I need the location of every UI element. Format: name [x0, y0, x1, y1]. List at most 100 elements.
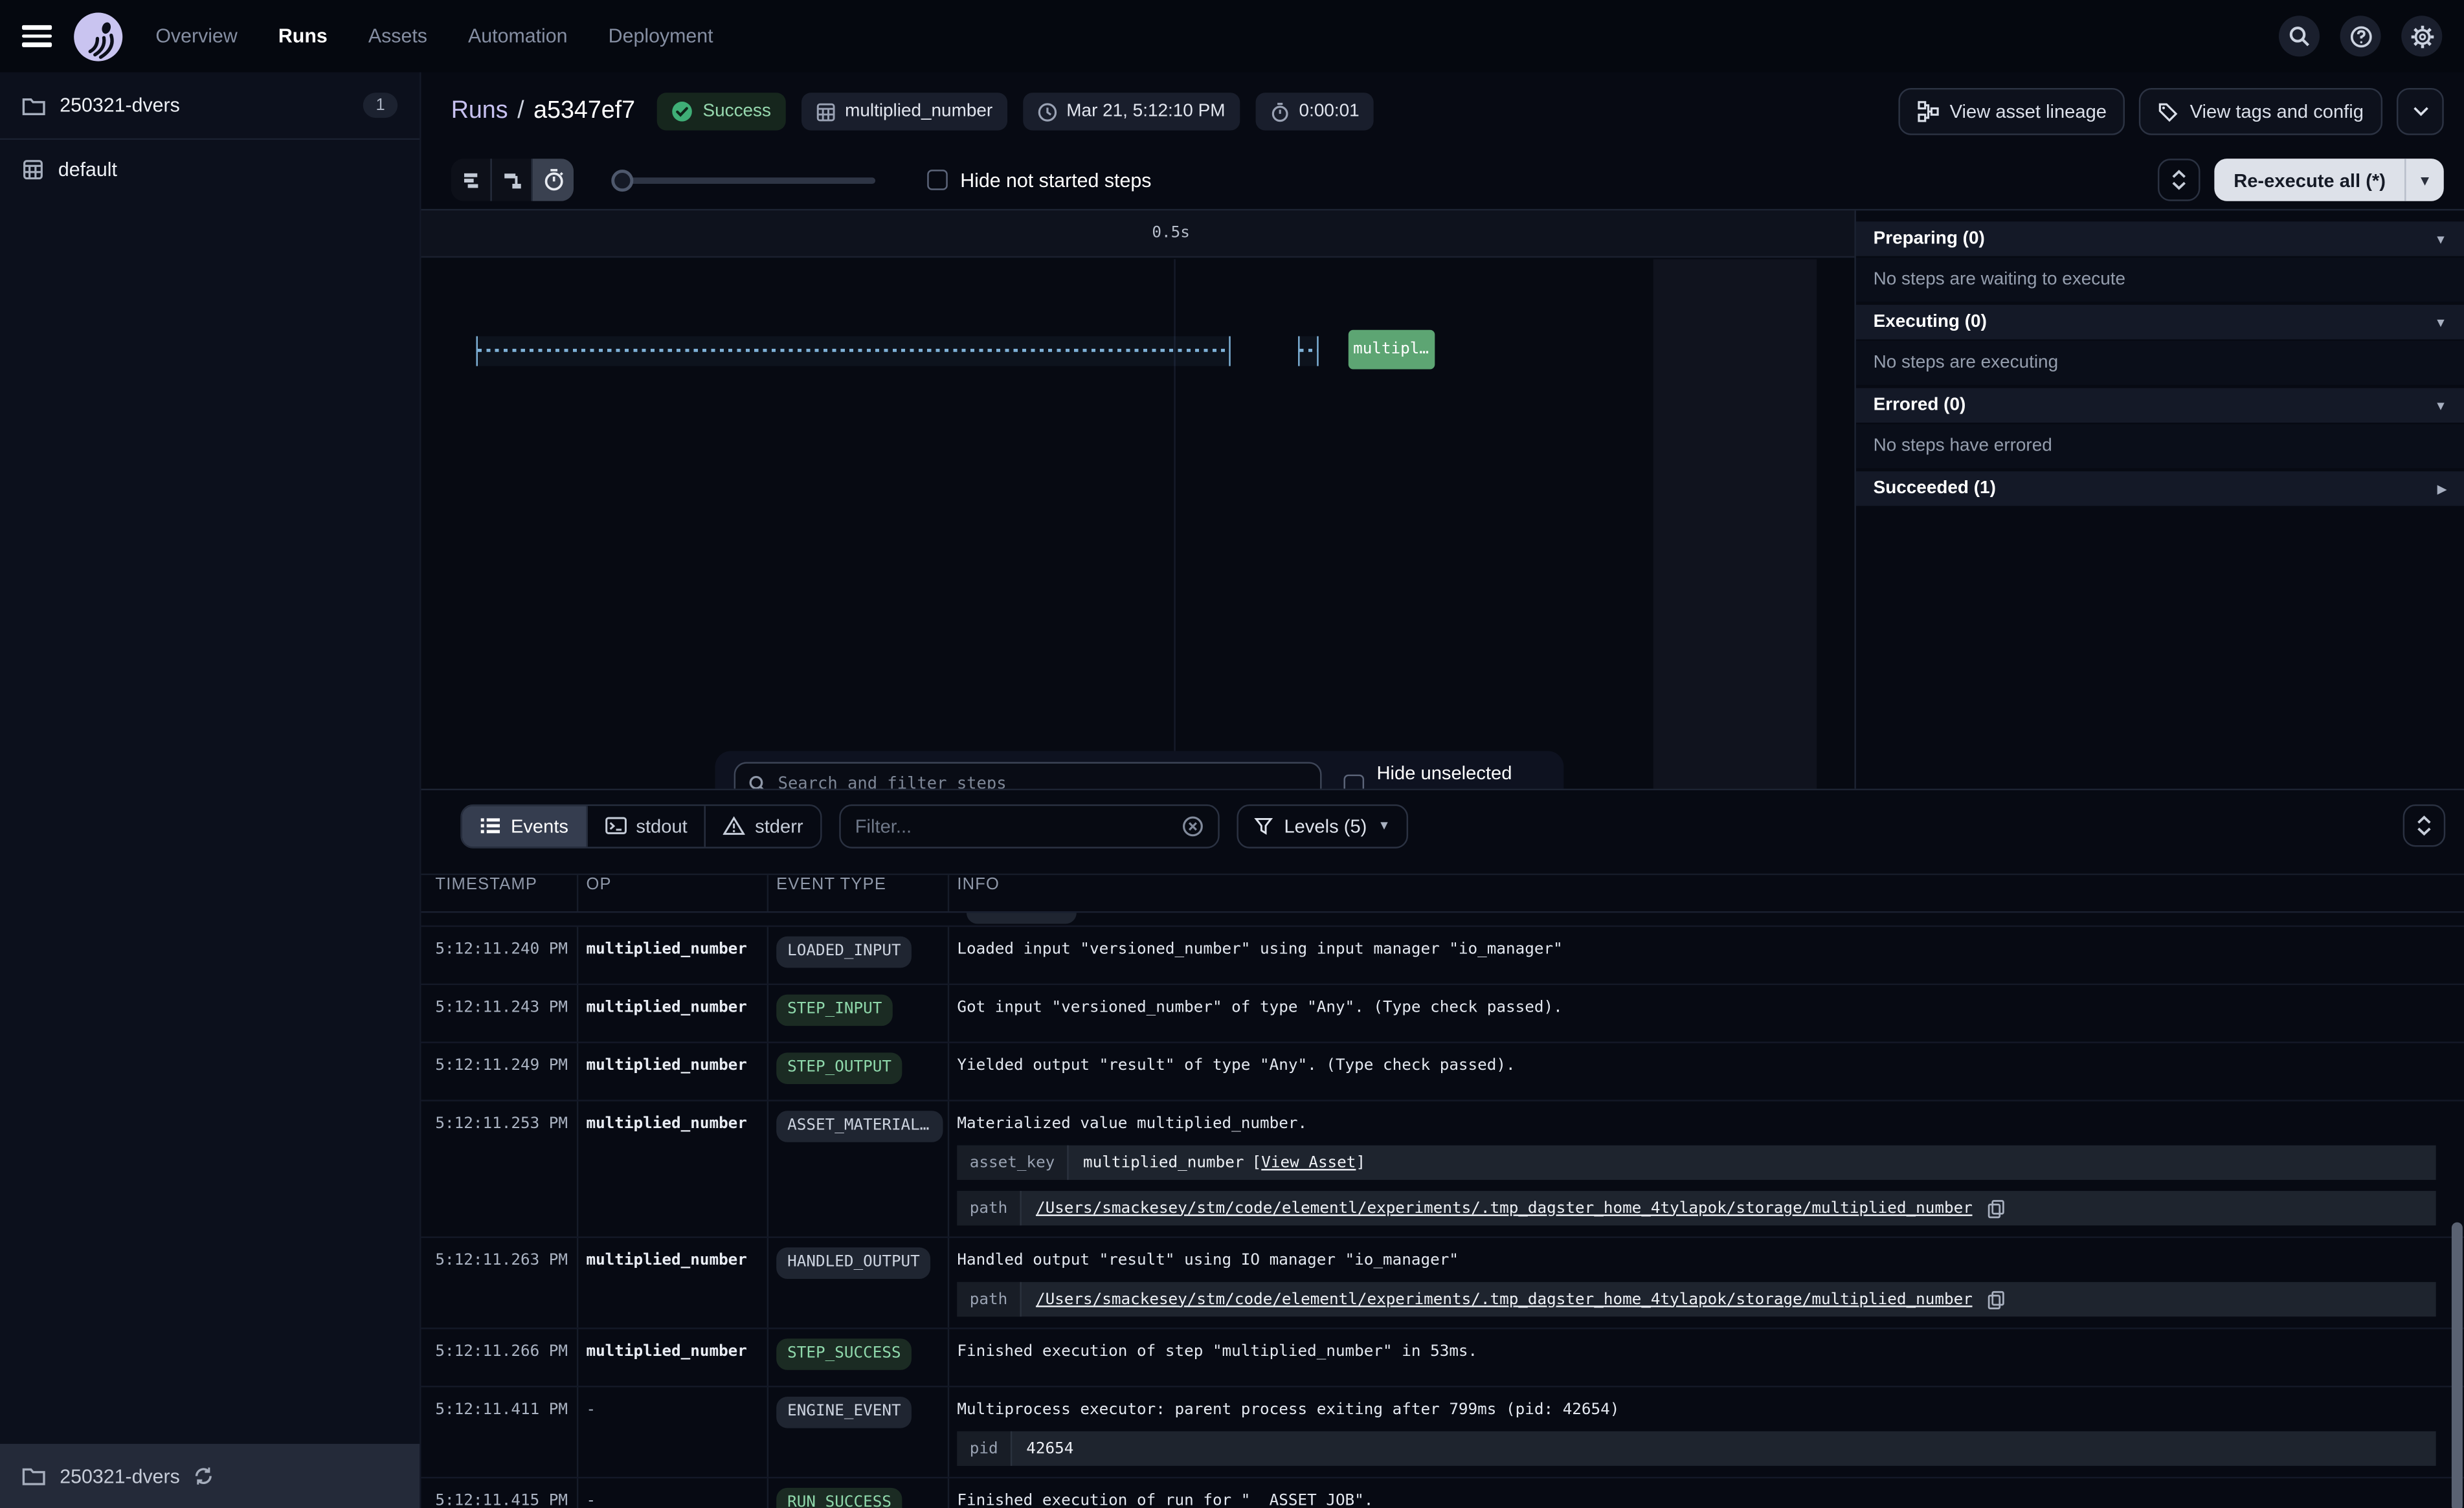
event-op: multiplied_number: [578, 985, 768, 1041]
event-timestamp: 5:12:11.249 PM: [421, 1043, 579, 1100]
event-op: multiplied_number: [578, 1329, 768, 1386]
col-op[interactable]: OP: [578, 875, 768, 911]
run-header: Runs/a5347ef7 Success multiplied_number …: [421, 72, 2464, 151]
event-type-cell: HANDLED_OUTPUT: [768, 1238, 949, 1327]
metadata-key: path: [957, 1282, 1022, 1316]
step-section-header[interactable]: Errored (0)▼: [1856, 388, 2464, 423]
event-type-badge: STEP_INPUT: [776, 995, 893, 1026]
main-content: Runs/a5347ef7 Success multiplied_number …: [421, 72, 2464, 1508]
hide-unselected-checkbox[interactable]: [1344, 774, 1365, 789]
tab-stdout[interactable]: stdout: [586, 805, 705, 846]
step-section-header[interactable]: Succeeded (1)▶: [1856, 471, 2464, 505]
nav-tab-assets[interactable]: Assets: [368, 25, 427, 47]
step-section-header[interactable]: Preparing (0)▼: [1856, 221, 2464, 256]
settings-gear-icon[interactable]: [2401, 16, 2442, 56]
event-info-cell: Finished execution of step "multiplied_n…: [949, 1329, 2464, 1386]
event-type-cell: ASSET_MATERIALIZATION: [768, 1102, 949, 1237]
step-section-header[interactable]: Executing (0)▼: [1856, 305, 2464, 339]
gantt-step-bar[interactable]: multiplied_number: [1349, 330, 1435, 370]
flat-view-icon[interactable]: [451, 159, 492, 201]
gantt-chart: 0.5s multiplied_number Search and filter…: [421, 210, 1855, 788]
copy-icon[interactable]: [1987, 1198, 2006, 1219]
warning-triangle-icon: [724, 815, 746, 836]
help-icon[interactable]: [2340, 16, 2381, 56]
metadata-value: /Users/smackesey/stm/code/elementl/exper…: [1022, 1282, 2020, 1316]
view-tags-and-config-button[interactable]: View tags and config: [2140, 88, 2382, 135]
sidebar-item-job-default[interactable]: default: [0, 140, 420, 199]
gantt-plot-area: multiplied_number Search and filter step…: [421, 260, 1855, 789]
levels-dropdown[interactable]: Levels (5) ▼: [1237, 804, 1408, 848]
event-info-cell: Finished execution of run for "__ASSET_J…: [949, 1478, 2464, 1508]
metadata-path-link[interactable]: /Users/smackesey/stm/code/elementl/exper…: [1036, 1291, 1973, 1308]
slider-knob[interactable]: [611, 169, 633, 191]
nav-tabs: Overview Runs Assets Automation Deployme…: [155, 25, 713, 47]
event-type-badge: STEP_SUCCESS: [776, 1338, 912, 1370]
gantt-toolbar: Hide not started steps Re-execute all (*…: [421, 151, 2464, 210]
reload-icon[interactable]: [194, 1466, 215, 1487]
reexecute-all-button[interactable]: Re-execute all (*): [2215, 159, 2404, 201]
step-search-input[interactable]: Search and filter steps: [734, 762, 1322, 788]
col-event-type[interactable]: EVENT TYPE: [768, 875, 949, 911]
nav-tab-runs[interactable]: Runs: [278, 25, 328, 47]
reexecute-dropdown-button[interactable]: ▼: [2406, 159, 2444, 201]
event-timestamp: 5:12:11.240 PM: [421, 927, 579, 983]
clear-filter-icon[interactable]: [1182, 815, 1204, 837]
view-asset-link[interactable]: View Asset: [1261, 1154, 1356, 1171]
run-more-actions-button[interactable]: [2397, 88, 2444, 135]
event-op: multiplied_number: [578, 1238, 768, 1327]
metadata-key: path: [957, 1191, 1022, 1225]
top-nav: Overview Runs Assets Automation Deployme…: [0, 0, 2464, 72]
event-info-cell: Materialized value multiplied_number.ass…: [949, 1102, 2464, 1237]
metadata-path-link[interactable]: /Users/smackesey/stm/code/elementl/exper…: [1036, 1199, 1973, 1217]
gantt-axis-tick-label: 0.5s: [1152, 225, 1189, 242]
nav-tab-deployment[interactable]: Deployment: [609, 25, 713, 47]
copy-icon[interactable]: [1987, 1289, 2006, 1310]
metadata-value: 42654: [1012, 1431, 1088, 1465]
metadata-value: /Users/smackesey/stm/code/elementl/exper…: [1022, 1191, 2020, 1225]
events-panel: Events stdout stderr: [421, 789, 2464, 1508]
timer-icon: [1269, 102, 1290, 122]
event-type-badge: ENGINE_EVENT: [776, 1397, 912, 1428]
hide-not-started-label: Hide not started steps: [960, 169, 1151, 191]
hide-not-started-checkbox[interactable]: [927, 170, 948, 190]
reexecute-all-split-button: Re-execute all (*) ▼: [2215, 159, 2444, 201]
gantt-zoom-slider[interactable]: [611, 168, 875, 193]
waterfall-view-icon[interactable]: [492, 159, 533, 201]
metadata-value: multiplied_number[View Asset]: [1069, 1146, 1380, 1180]
event-info-text: Finished execution of run for "__ASSET_J…: [957, 1492, 2464, 1508]
hamburger-menu-icon[interactable]: [22, 25, 52, 47]
chevron-down-icon: ▼: [2434, 232, 2447, 246]
event-info-text: Multiprocess executor: parent process ex…: [957, 1401, 2464, 1420]
hide-not-started-checkbox-row: Hide not started steps: [927, 169, 1151, 191]
asset-tag[interactable]: multiplied_number: [801, 93, 1007, 130]
tag-icon: [2158, 102, 2179, 122]
log-tabs: Events stdout stderr: [460, 804, 822, 848]
dagster-run-page: Overview Runs Assets Automation Deployme…: [0, 0, 2464, 1508]
nav-tab-automation[interactable]: Automation: [468, 25, 568, 47]
event-type-cell: STEP_OUTPUT: [768, 1043, 949, 1100]
expand-vertical-icon: [2171, 170, 2188, 190]
breadcrumb-runs-link[interactable]: Runs: [451, 98, 508, 124]
event-type-badge: ASSET_MATERIALIZATION: [776, 1111, 943, 1142]
vertical-scrollbar[interactable]: [2452, 1223, 2463, 1508]
timed-view-icon[interactable]: [533, 159, 574, 201]
event-metadata-entry: path/Users/smackesey/stm/code/elementl/e…: [957, 1282, 2436, 1316]
log-filter-input[interactable]: Filter...: [839, 804, 1219, 848]
expand-logs-button[interactable]: [2403, 804, 2446, 847]
search-icon[interactable]: [2279, 16, 2320, 56]
expand-gantt-button[interactable]: [2158, 159, 2201, 201]
log-filter-placeholder: Filter...: [855, 815, 1172, 837]
step-section-title: Executing (0): [1874, 313, 2435, 331]
sidebar-footer[interactable]: 250321-dvers: [0, 1444, 420, 1508]
event-row: 5:12:11.411 PM-ENGINE_EVENTMultiprocess …: [421, 1387, 2464, 1478]
sidebar-item-repo[interactable]: 250321-dvers 1: [0, 72, 420, 140]
view-asset-lineage-button[interactable]: View asset lineage: [1898, 88, 2126, 135]
chevron-down-icon: [2412, 105, 2429, 118]
nav-tab-overview[interactable]: Overview: [155, 25, 237, 47]
tab-stderr[interactable]: stderr: [704, 805, 820, 846]
tab-events[interactable]: Events: [462, 805, 586, 846]
run-id: a5347ef7: [533, 98, 635, 124]
event-op: -: [578, 1387, 768, 1476]
dagster-logo-icon[interactable]: [73, 10, 124, 62]
col-timestamp[interactable]: TIMESTAMP: [421, 875, 579, 911]
